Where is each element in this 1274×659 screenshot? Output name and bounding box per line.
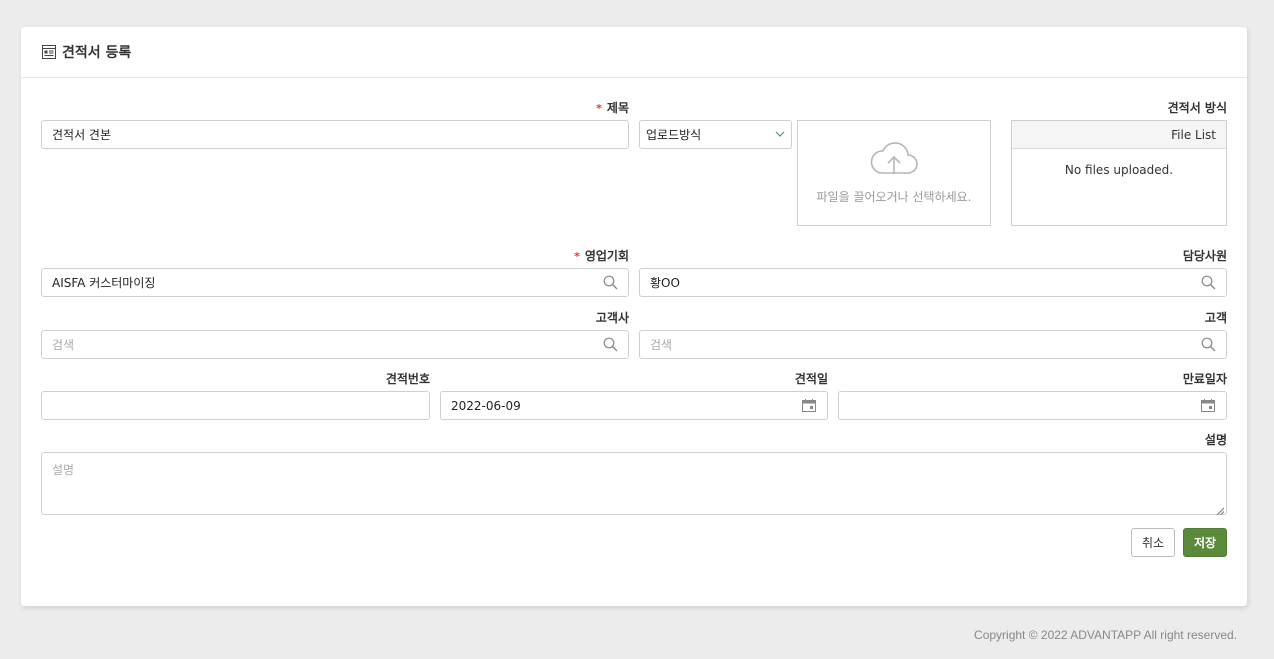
calendar-icon[interactable] <box>1200 398 1216 414</box>
expiry-date-label: 만료일자 <box>1182 372 1227 386</box>
quote-number-input[interactable] <box>41 391 430 420</box>
expiry-date-input[interactable] <box>838 391 1227 420</box>
assignee-input[interactable]: 황OO <box>639 268 1227 297</box>
chevron-down-icon <box>775 128 785 142</box>
file-list: File List No files uploaded. <box>1011 120 1227 226</box>
dropzone-text: 파일을 끌어오거나 선택하세요. <box>816 190 972 204</box>
save-button[interactable]: 저장 <box>1183 528 1227 557</box>
customer-company-label: 고객사 <box>595 311 629 325</box>
assignee-label: 담당사원 <box>1182 249 1227 263</box>
calendar-icon[interactable] <box>801 398 817 414</box>
customer-label: 고객 <box>1204 311 1227 325</box>
quote-form-card: 견적서 등록 * 제목 견적서 견본 업로드방식 파일을 끌어오거나 선택하세요.… <box>21 27 1247 606</box>
opportunity-label: * 영업기회 <box>574 249 629 263</box>
required-mark: * <box>596 102 602 115</box>
description-label: 설명 <box>1204 433 1227 447</box>
upload-method-select[interactable]: 업로드방식 <box>639 120 792 149</box>
opportunity-input[interactable]: AISFA 커스터마이징 <box>41 268 629 297</box>
quote-number-label: 견적번호 <box>385 372 430 386</box>
file-list-empty: No files uploaded. <box>1064 163 1174 177</box>
search-icon[interactable] <box>1200 337 1216 353</box>
quote-date-label: 견적일 <box>794 372 828 386</box>
file-list-header: File List <box>1012 121 1226 149</box>
search-icon[interactable] <box>1200 275 1216 291</box>
copyright-footer: Copyright © 2022 ADVANTAPP All right res… <box>974 628 1237 642</box>
page-title: 견적서 등록 <box>62 45 132 61</box>
quote-method-label: 견적서 방식 <box>1167 101 1227 115</box>
file-dropzone[interactable]: 파일을 끌어오거나 선택하세요. <box>797 120 991 226</box>
description-textarea[interactable]: 설명 <box>41 452 1227 516</box>
title-label: * 제목 <box>596 101 629 115</box>
cancel-button[interactable]: 취소 <box>1131 528 1175 557</box>
customer-input[interactable]: 검색 <box>639 330 1227 359</box>
search-icon[interactable] <box>602 337 618 353</box>
form-icon <box>42 45 56 59</box>
quote-date-input[interactable]: 2022-06-09 <box>440 391 828 420</box>
search-icon[interactable] <box>602 275 618 291</box>
cloud-upload-icon <box>868 141 920 180</box>
resize-handle-icon[interactable] <box>1216 504 1225 516</box>
card-header: 견적서 등록 <box>21 27 1247 78</box>
customer-company-input[interactable]: 검색 <box>41 330 629 359</box>
required-mark: * <box>574 250 580 263</box>
title-input[interactable]: 견적서 견본 <box>41 120 629 149</box>
